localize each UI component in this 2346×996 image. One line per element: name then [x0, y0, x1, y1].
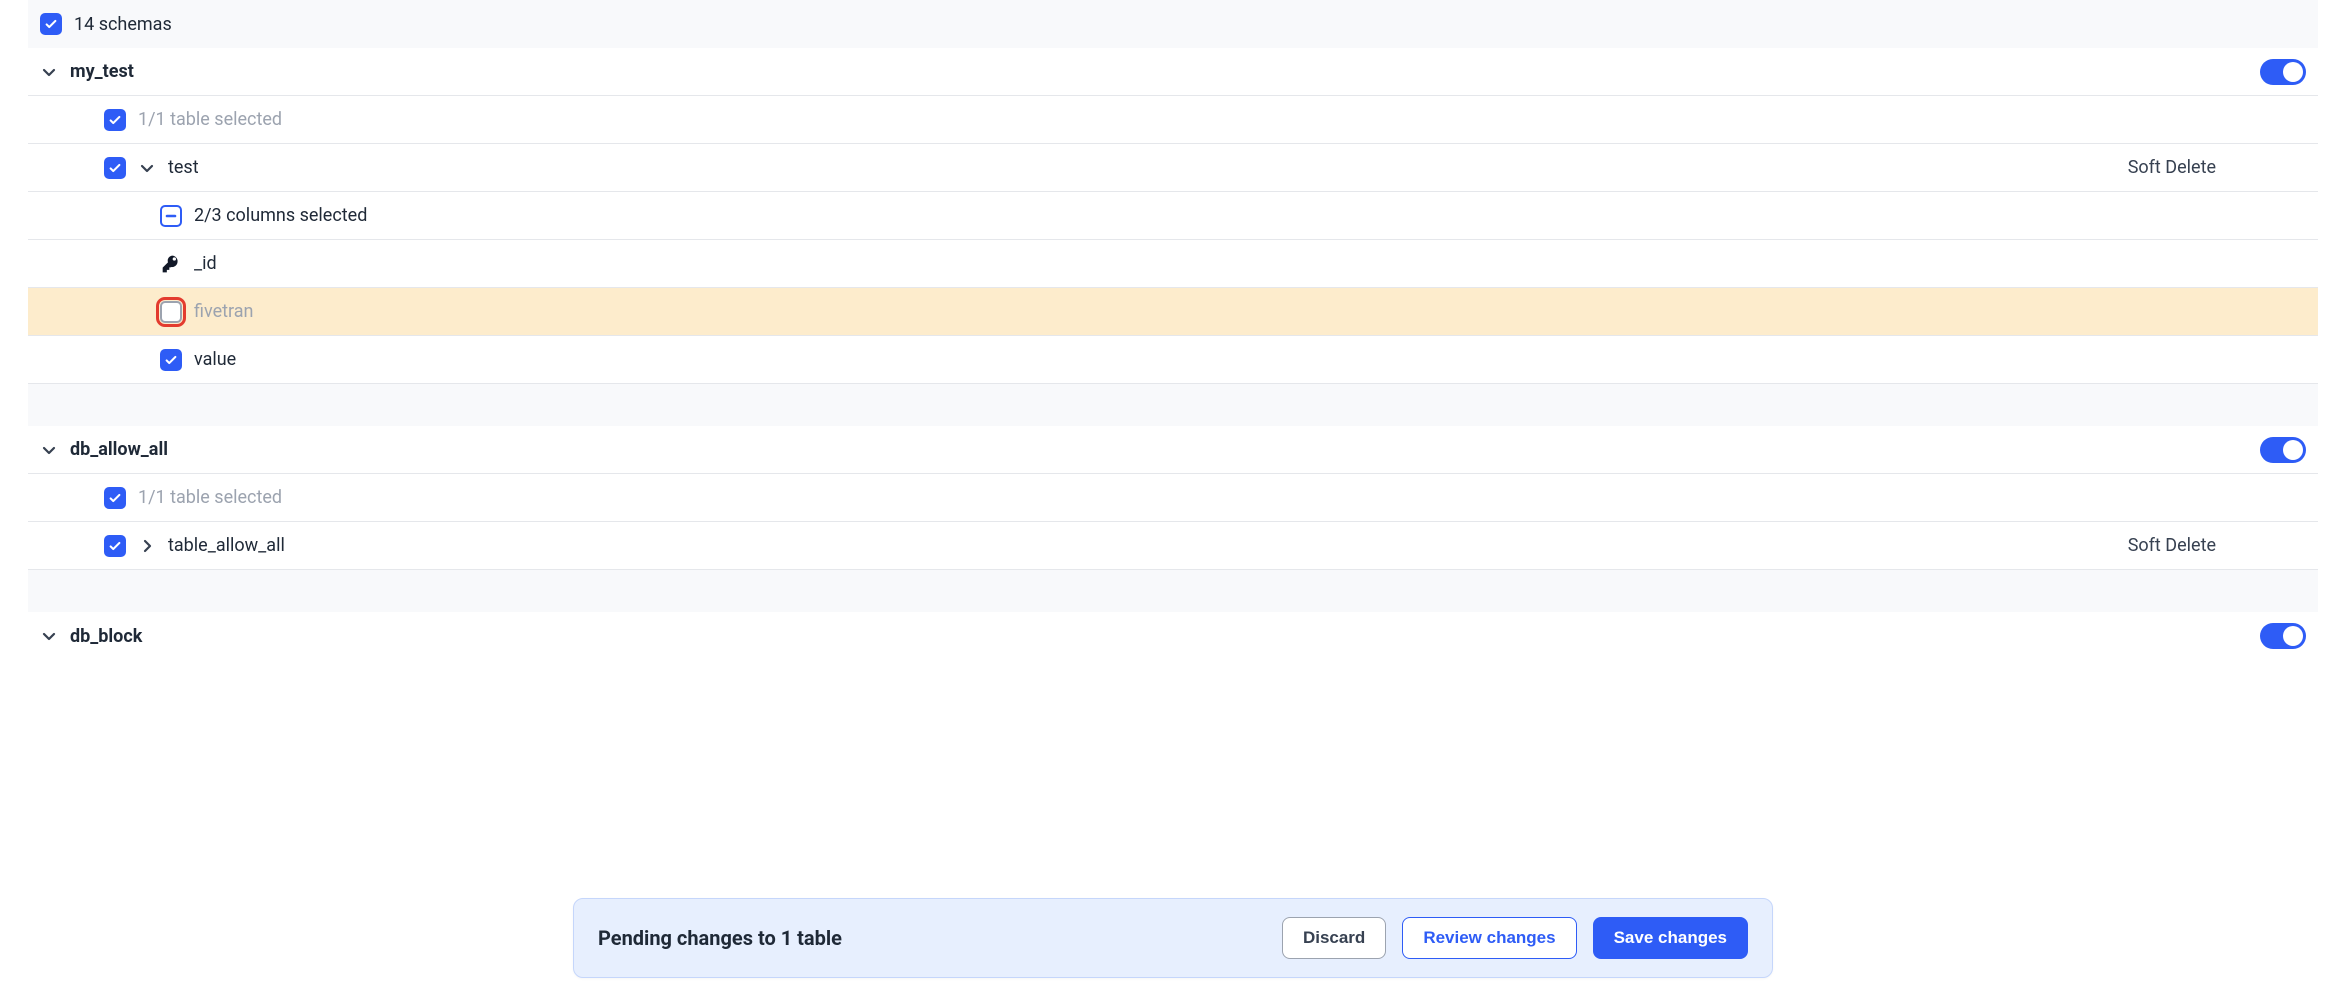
columns-checkbox-indeterminate[interactable]: [160, 205, 182, 227]
chevron-down-icon[interactable]: [138, 159, 156, 177]
schema-row-db-allow-all[interactable]: db_allow_all: [28, 426, 2318, 474]
column-checkbox-fivetran[interactable]: [160, 301, 182, 323]
column-name: value: [194, 349, 2306, 370]
table-sync-mode[interactable]: Soft Delete: [2128, 535, 2306, 556]
chevron-down-icon[interactable]: [40, 441, 58, 459]
schema-name: db_allow_all: [70, 439, 2248, 460]
schema-gap: [28, 384, 2318, 426]
chevron-down-icon[interactable]: [40, 627, 58, 645]
schema-row-my-test[interactable]: my_test: [28, 48, 2318, 96]
all-schemas-checkbox[interactable]: [40, 13, 62, 35]
pending-changes-bar: Pending changes to 1 table Discard Revie…: [573, 898, 1773, 978]
tables-selected-label: 1/1 table selected: [138, 487, 2306, 508]
key-icon: [160, 253, 182, 275]
tables-selected-row-my-test: 1/1 table selected: [28, 96, 2318, 144]
schema-name: db_block: [70, 626, 2248, 647]
column-name: _id: [194, 253, 2306, 274]
tables-checkbox-db-allow-all[interactable]: [104, 487, 126, 509]
chevron-right-icon[interactable]: [138, 537, 156, 555]
schema-tree: 14 schemas my_test 1/1 table selected te…: [0, 0, 2346, 740]
discard-button[interactable]: Discard: [1282, 917, 1386, 959]
table-row-allow-all[interactable]: table_allow_all Soft Delete: [28, 522, 2318, 570]
column-checkbox-value[interactable]: [160, 349, 182, 371]
columns-selected-label: 2/3 columns selected: [194, 205, 2306, 226]
schema-gap: [28, 570, 2318, 612]
schema-row-db-block[interactable]: db_block: [28, 612, 2318, 660]
table-checkbox-allow-all[interactable]: [104, 535, 126, 557]
schema-toggle-db-block[interactable]: [2260, 623, 2306, 649]
column-row-value: value: [28, 336, 2318, 384]
schema-toggle-db-allow-all[interactable]: [2260, 437, 2306, 463]
tables-checkbox-my-test[interactable]: [104, 109, 126, 131]
schemas-header-row: 14 schemas: [28, 0, 2318, 48]
column-row-fivetran: fivetran: [28, 288, 2318, 336]
schema-toggle-my-test[interactable]: [2260, 59, 2306, 85]
table-name: table_allow_all: [168, 535, 2116, 556]
schemas-count-label: 14 schemas: [74, 14, 2306, 35]
pending-message: Pending changes to 1 table: [598, 926, 1266, 950]
schema-name: my_test: [70, 61, 2248, 82]
table-sync-mode[interactable]: Soft Delete: [2128, 157, 2306, 178]
column-name: fivetran: [194, 301, 2306, 322]
review-changes-button[interactable]: Review changes: [1402, 917, 1576, 959]
save-changes-button[interactable]: Save changes: [1593, 917, 1748, 959]
column-row-id: _id: [28, 240, 2318, 288]
table-name: test: [168, 157, 2116, 178]
chevron-down-icon[interactable]: [40, 63, 58, 81]
table-checkbox-test[interactable]: [104, 157, 126, 179]
columns-selected-row: 2/3 columns selected: [28, 192, 2318, 240]
tables-selected-label: 1/1 table selected: [138, 109, 2306, 130]
table-row-test[interactable]: test Soft Delete: [28, 144, 2318, 192]
tables-selected-row-db-allow-all: 1/1 table selected: [28, 474, 2318, 522]
